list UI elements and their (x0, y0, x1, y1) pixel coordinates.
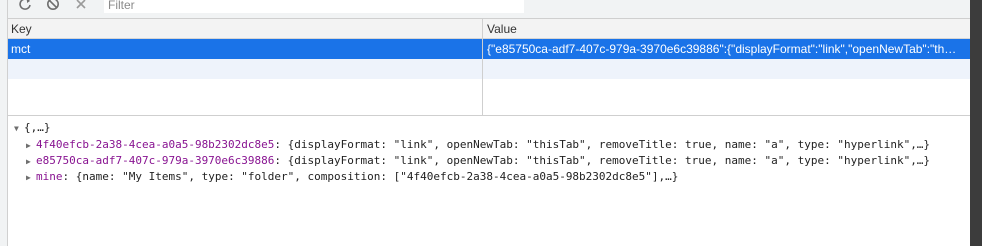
clear-all-button[interactable] (44, 0, 62, 14)
value-preview: ▼ {,…} ▶ 4f40efcb-2a38-4cea-a0a5-98b2302dc… (8, 118, 970, 246)
triangle-right-icon: ▶ (26, 157, 31, 166)
scrollbar-track[interactable] (970, 0, 982, 246)
table-row[interactable]: mct {"e85750ca-adf7-407c-979a-3970e6c398… (8, 39, 970, 59)
column-header-key[interactable]: Key (11, 22, 32, 36)
refresh-icon (18, 0, 32, 14)
tree-item[interactable]: ▶ e85750ca-adf7-407c-979a-3970e6c39886: {… (26, 154, 930, 167)
table-header: Key Value (8, 19, 970, 39)
storage-table: Key Value mct {"e85750ca-adf7-407c-979a-… (8, 19, 970, 116)
table-row-empty (8, 59, 970, 79)
tree-item-key: mine (36, 170, 63, 183)
tree-root[interactable]: ▼ {,…} (14, 121, 51, 134)
triangle-right-icon: ▶ (26, 173, 31, 182)
close-icon (75, 0, 87, 13)
triangle-right-icon: ▶ (26, 141, 31, 150)
tree-item[interactable]: ▶ 4f40efcb-2a38-4cea-a0a5-98b2302dc8e5: {… (26, 138, 930, 151)
filter-input[interactable] (104, 0, 524, 13)
tree-item-key: 4f40efcb-2a38-4cea-a0a5-98b2302dc8e5 (36, 138, 275, 151)
column-header-value[interactable]: Value (487, 22, 517, 36)
tree-item[interactable]: ▶ mine: {name: "My Items", type: "folder"… (26, 170, 678, 183)
left-panel-edge (0, 0, 8, 246)
row-value: {"e85750ca-adf7-407c-979a-3970e6c39886":… (487, 42, 957, 56)
storage-toolbar (8, 0, 970, 19)
tree-item-value: : {displayFormat: "link", openNewTab: "t… (274, 138, 931, 151)
refresh-button[interactable] (16, 0, 34, 14)
tree-root-label: {,…} (24, 121, 51, 134)
tree-item-value: : {name: "My Items", type: "folder", com… (62, 170, 679, 183)
block-icon (46, 0, 60, 14)
column-divider[interactable] (482, 19, 483, 115)
tree-item-key: e85750ca-adf7-407c-979a-3970e6c39886 (36, 154, 275, 167)
triangle-down-icon: ▼ (14, 124, 19, 133)
delete-selected-button[interactable] (72, 0, 90, 14)
row-key: mct (11, 42, 31, 56)
tree-item-value: : {displayFormat: "link", openNewTab: "t… (274, 154, 931, 167)
